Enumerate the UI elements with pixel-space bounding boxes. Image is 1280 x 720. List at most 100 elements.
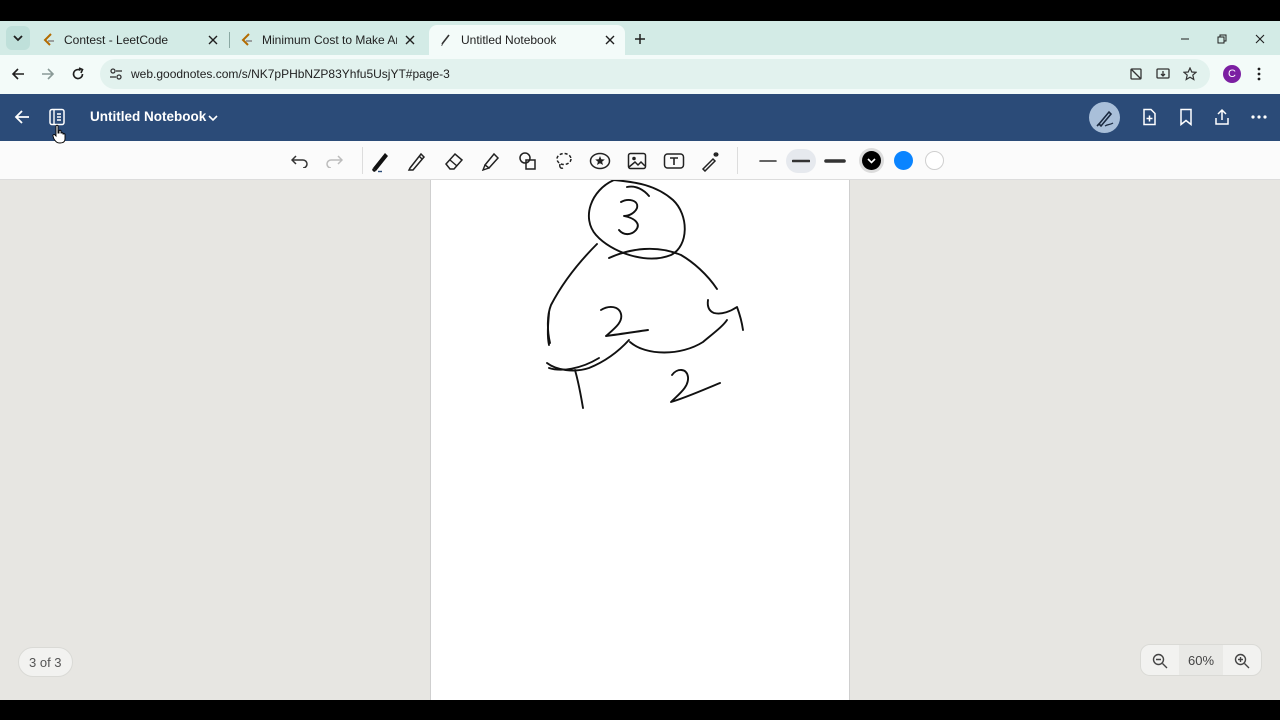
browser-menu-button[interactable] (1252, 64, 1266, 84)
chevron-down-icon (13, 35, 23, 42)
share-icon (1215, 108, 1229, 125)
pen-icon (1095, 110, 1113, 127)
browser-tab-strip: Contest - LeetCode Minimum Cost to Make … (0, 21, 1280, 55)
ink-stroke (546, 243, 598, 344)
no-tracking-icon[interactable] (1127, 65, 1145, 83)
chevron-down-icon[interactable] (206, 111, 220, 125)
ink-stroke (670, 369, 721, 403)
reload-button[interactable] (68, 64, 88, 84)
restore-icon (1217, 34, 1227, 44)
back-button[interactable] (11, 106, 33, 128)
sticker-tool[interactable] (588, 149, 612, 173)
toolbar-divider (737, 147, 738, 174)
leetcode-icon (42, 33, 56, 47)
pencil-tool[interactable] (405, 149, 429, 173)
highlighter-icon (481, 152, 500, 171)
ink-stroke (574, 369, 584, 409)
notebook-page[interactable] (430, 180, 850, 700)
more-options-button[interactable] (1248, 106, 1270, 128)
ink-stroke (629, 319, 728, 354)
color-swatch-white[interactable] (925, 151, 944, 170)
tab-title: Contest - LeetCode (64, 33, 169, 47)
more-vertical-icon (1257, 67, 1261, 81)
notebook-title[interactable]: Untitled Notebook (90, 109, 206, 124)
browser-tab-untitled-notebook[interactable]: Untitled Notebook (429, 25, 625, 55)
lasso-icon (556, 152, 572, 169)
undo-icon (291, 155, 308, 168)
forward-button[interactable] (38, 64, 58, 84)
zoom-in-icon (1234, 653, 1250, 669)
reload-icon (72, 67, 84, 80)
close-icon[interactable] (206, 33, 220, 47)
zoom-level: 60% (1179, 645, 1223, 675)
add-page-icon (1143, 108, 1156, 126)
minimize-button[interactable] (1175, 29, 1195, 49)
browser-tab-contest[interactable]: Contest - LeetCode (32, 25, 228, 55)
eraser-icon (445, 152, 464, 170)
restore-button[interactable] (1212, 29, 1232, 49)
eraser-tool[interactable] (442, 149, 466, 173)
share-button[interactable] (1211, 106, 1233, 128)
undo-button[interactable] (288, 149, 312, 173)
url-text: web.goodnotes.com/s/NK7pPHbNZP83Yhfu5Usj… (131, 67, 450, 81)
stroke-thin-icon (759, 160, 777, 162)
zoom-out-button[interactable] (1151, 652, 1169, 670)
pen-icon (372, 153, 388, 173)
close-icon[interactable] (603, 33, 617, 47)
page-indicator[interactable]: 3 of 3 (18, 647, 73, 677)
stroke-medium-option[interactable] (786, 149, 816, 173)
zoom-control: 60% (1140, 644, 1262, 676)
ink-stroke (706, 299, 744, 331)
stroke-thick-option[interactable] (820, 149, 850, 173)
zoom-in-button[interactable] (1233, 652, 1251, 670)
shapes-icon (519, 152, 536, 170)
star-icon[interactable] (1181, 65, 1199, 83)
new-tab-button[interactable] (630, 29, 650, 49)
laser-pointer-tool[interactable] (699, 149, 723, 173)
plus-icon (635, 34, 645, 44)
ink-stroke (587, 180, 686, 260)
shapes-tool[interactable] (516, 149, 540, 173)
bookmark-button[interactable] (1175, 106, 1197, 128)
ink-stroke (546, 312, 550, 346)
laser-pointer-icon (701, 152, 719, 172)
image-tool[interactable] (625, 149, 649, 173)
tab-title: Untitled Notebook (461, 33, 557, 47)
redo-button[interactable] (322, 149, 346, 173)
ink-stroke (618, 199, 639, 236)
profile-avatar[interactable]: C (1223, 65, 1241, 83)
redo-icon (326, 155, 343, 168)
text-icon (663, 153, 685, 169)
arrow-left-icon (14, 110, 29, 124)
minimize-icon (1181, 38, 1189, 40)
color-swatch-black[interactable] (862, 151, 881, 170)
address-bar[interactable]: web.goodnotes.com/s/NK7pPHbNZP83Yhfu5Usj… (100, 59, 1210, 89)
stroke-medium-icon (792, 159, 810, 163)
handwritten-drawing (546, 180, 744, 409)
chevron-down-icon (867, 158, 876, 164)
app-header: Untitled Notebook (0, 94, 1280, 141)
text-tool[interactable] (662, 149, 686, 173)
ink-stroke (626, 185, 650, 197)
drawing-toolbar (0, 141, 1280, 180)
color-swatch-blue[interactable] (894, 151, 913, 170)
stroke-thin-option[interactable] (753, 149, 783, 173)
site-info-icon[interactable] (107, 65, 125, 83)
close-icon[interactable] (403, 33, 417, 47)
sticker-icon (589, 152, 611, 170)
browser-tab-minimum-cost[interactable]: Minimum Cost to Make Arrays (230, 25, 425, 55)
pen-tool[interactable] (369, 149, 393, 173)
ink-stroke (546, 339, 630, 372)
lasso-tool[interactable] (552, 149, 576, 173)
install-app-icon[interactable] (1154, 65, 1172, 83)
back-button[interactable] (8, 64, 28, 84)
tab-title: Minimum Cost to Make Arrays (262, 33, 397, 47)
close-window-button[interactable] (1250, 29, 1270, 49)
highlighter-tool[interactable] (479, 149, 503, 173)
pencil-icon (407, 152, 426, 171)
more-horizontal-icon (1251, 115, 1267, 119)
pen-mode-button[interactable] (1089, 102, 1120, 133)
tab-search-button[interactable] (6, 26, 30, 50)
add-page-button[interactable] (1138, 106, 1160, 128)
ink-stroke (608, 247, 718, 290)
